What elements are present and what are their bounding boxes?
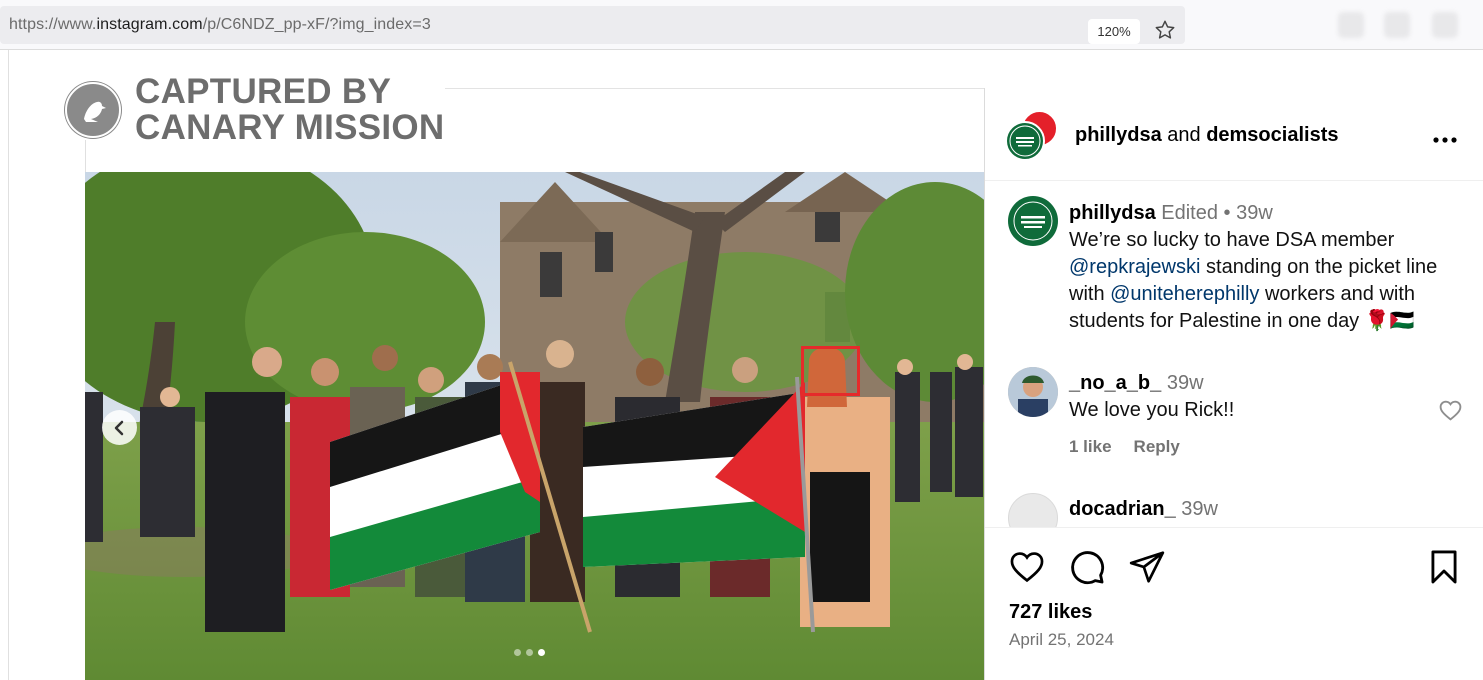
carousel-indicator: [514, 649, 545, 656]
watermark-line-2: CANARY MISSION: [135, 108, 445, 147]
watermark-line-1: CAPTURED BY: [135, 72, 392, 111]
photo-illustration: [85, 172, 984, 680]
meta-bullet: •: [1223, 202, 1231, 224]
caption-username[interactable]: phillydsa: [1069, 202, 1156, 224]
chevron-left-icon: [114, 420, 123, 435]
url-domain: instagram.com: [96, 16, 203, 33]
extension-icon[interactable]: [1384, 12, 1410, 38]
commenter-avatar[interactable]: [1008, 493, 1058, 527]
more-icon[interactable]: [1432, 124, 1458, 150]
phillydsa-avatar[interactable]: [1005, 121, 1045, 161]
comment-header: _no_a_b_ 39w: [1069, 372, 1204, 395]
save-icon[interactable]: [1425, 548, 1463, 586]
edited-label: Edited: [1161, 202, 1218, 224]
photo-border: [85, 140, 86, 172]
post-caption: phillydsa Edited • 39w We’re so lucky to…: [1069, 200, 1469, 335]
dsa-logo-icon: [1009, 125, 1041, 157]
panel-divider: [984, 88, 985, 680]
footer-divider: [985, 527, 1483, 528]
header-divider: [985, 180, 1483, 181]
comment-header: docadrian_ 39w: [1069, 498, 1218, 526]
face-highlight-box: [801, 346, 860, 396]
carousel-dot-active[interactable]: [538, 649, 545, 656]
carousel-dot[interactable]: [526, 649, 533, 656]
url-text[interactable]: https://www.instagram.com/p/C6NDZ_pp-xF/…: [9, 16, 431, 34]
comment-like-count[interactable]: 1 like: [1069, 437, 1112, 456]
comment-reply-button[interactable]: Reply: [1134, 437, 1180, 456]
browser-toolbar: https://www.instagram.com/p/C6NDZ_pp-xF/…: [0, 0, 1483, 50]
heart-icon[interactable]: [1438, 398, 1463, 423]
post-top-border: [445, 88, 984, 89]
comment-icon[interactable]: [1068, 548, 1106, 586]
caption-age[interactable]: 39w: [1236, 202, 1273, 224]
post-photo[interactable]: [85, 172, 984, 680]
canary-mission-watermark: CAPTURED BY CANARY MISSION: [135, 74, 445, 146]
comment-username[interactable]: _no_a_b_: [1069, 372, 1161, 394]
post-date[interactable]: April 25, 2024: [1009, 630, 1114, 650]
extension-icon[interactable]: [1338, 12, 1364, 38]
caption-line: We’re so lucky to have DSA member: [1069, 229, 1395, 251]
url-prefix: https://www.: [9, 16, 97, 33]
comment-actions: 1 like Reply: [1069, 437, 1202, 457]
caption-text: workers and with: [1259, 283, 1416, 305]
caption-line: students for Palestine in one day 🌹🇵🇸: [1069, 310, 1415, 332]
caption-text: with: [1069, 283, 1111, 305]
dsa-logo-icon: [1013, 201, 1053, 241]
comment-age[interactable]: 39w: [1181, 498, 1218, 520]
like-count[interactable]: 727 likes: [1009, 601, 1092, 624]
carousel-dot[interactable]: [514, 649, 521, 656]
page-edge: [8, 50, 9, 680]
mention-link[interactable]: @repkrajewski: [1069, 256, 1200, 278]
canary-logo-icon: [64, 81, 122, 139]
star-icon[interactable]: [1154, 19, 1176, 41]
author-secondary-link[interactable]: demsocialists: [1206, 124, 1338, 146]
caption-avatar[interactable]: [1008, 196, 1058, 246]
zoom-level-badge[interactable]: 120%: [1088, 19, 1140, 44]
mention-link[interactable]: @uniteherephilly: [1110, 283, 1259, 305]
extension-icon[interactable]: [1432, 12, 1458, 38]
post-author-header: phillydsa and demsocialists: [1075, 124, 1338, 147]
caption-text: standing on the picket line: [1200, 256, 1438, 278]
url-path: /p/C6NDZ_pp-xF/?img_index=3: [202, 16, 431, 33]
carousel-prev-button[interactable]: [102, 410, 137, 445]
author-primary-link[interactable]: phillydsa: [1075, 124, 1162, 146]
share-icon[interactable]: [1128, 548, 1166, 586]
comment-age[interactable]: 39w: [1167, 372, 1204, 394]
address-bar[interactable]: https://www.instagram.com/p/C6NDZ_pp-xF/…: [0, 6, 1185, 44]
comment-username[interactable]: docadrian_: [1069, 498, 1176, 520]
heart-icon[interactable]: [1008, 548, 1046, 586]
author-joiner: and: [1161, 124, 1207, 146]
comment-text: We love you Rick!!: [1069, 399, 1235, 421]
commenter-avatar[interactable]: [1008, 367, 1058, 417]
